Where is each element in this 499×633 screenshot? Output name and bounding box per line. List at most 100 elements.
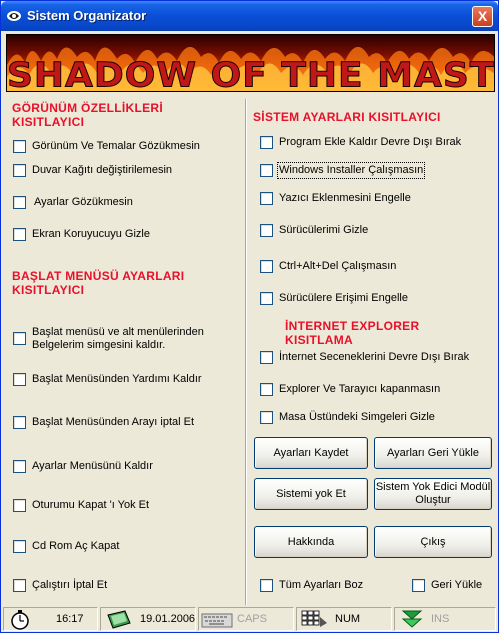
- status-date: 19.01.2006: [140, 613, 196, 625]
- checkbox-label-line2: Belgelerim simgesini kaldır.: [32, 339, 166, 351]
- checkbox-label: Başlat menüsü ve alt menülerinden Belgel…: [32, 326, 204, 352]
- checkbox-label: Ayarlar Gözükmesin: [34, 196, 133, 208]
- status-time: 16:17: [56, 613, 84, 625]
- status-ins: INS: [431, 613, 450, 625]
- checkbox-label-line1: Başlat menüsü ve alt menülerinden: [32, 326, 204, 338]
- checkbox-label: Başlat Menüsünden Yardımı Kaldır: [32, 373, 202, 385]
- hide-themes-checkbox[interactable]: Görünüm Ve Temalar Gözükmesin: [13, 140, 200, 153]
- checkbox-label: Tüm Ayarları Boz: [279, 579, 364, 591]
- create-module-line1: Sistem Yok Edici Modül: [375, 481, 491, 493]
- checkbox-box[interactable]: [260, 383, 273, 396]
- checkbox-box[interactable]: [13, 196, 26, 209]
- checkbox-box[interactable]: [260, 164, 273, 177]
- prevent-explorer-close-checkbox[interactable]: Explorer Ve Tarayıcı kapanmasın: [260, 383, 440, 396]
- checkbox-box[interactable]: [13, 579, 26, 592]
- hide-screensaver-checkbox[interactable]: Ekran Koruyucuyu Gizle: [13, 228, 150, 241]
- remove-settings-menu-checkbox[interactable]: Ayarlar Menüsünü Kaldır: [13, 460, 153, 473]
- checkbox-box[interactable]: [13, 460, 26, 473]
- main-window: Sistem Organizator X SHADOW OF THE MASTE…: [0, 0, 499, 633]
- checkbox-box[interactable]: [13, 332, 26, 345]
- window-title: Sistem Organizator: [27, 8, 147, 23]
- start-menu-title-line2: KISITLAYICI: [12, 283, 85, 297]
- checkbox-box[interactable]: [13, 228, 26, 241]
- checkbox-box[interactable]: [260, 224, 273, 237]
- appearance-title-line2: KISITLAYICI: [12, 115, 85, 129]
- disable-installer-checkbox[interactable]: Windows Installer Çalışmasın: [260, 162, 426, 179]
- remove-search-checkbox[interactable]: Başlat Menüsünden Arayı iptal Et: [13, 416, 194, 429]
- disable-run-checkbox[interactable]: Çalıştırı İptal Et: [13, 579, 107, 592]
- remove-logoff-checkbox[interactable]: Oturumu Kapat 'ı Yok Et: [13, 499, 149, 512]
- checkbox-box[interactable]: [13, 416, 26, 429]
- checkbox-label: Oturumu Kapat 'ı Yok Et: [32, 499, 150, 511]
- checkbox-box[interactable]: [260, 260, 273, 273]
- checkbox-box[interactable]: [260, 192, 273, 205]
- wallpaper-lock-checkbox[interactable]: Duvar Kağıtı değiştirilemesin: [13, 164, 172, 177]
- checkbox-box[interactable]: [260, 351, 273, 364]
- ie-title-line2: KISITLAMA: [285, 333, 354, 347]
- checkbox-label: Duvar Kağıtı değiştirilemesin: [32, 164, 173, 176]
- title-bar[interactable]: Sistem Organizator X: [1, 1, 498, 31]
- checkbox-label: Sürücülerimi Gizle: [279, 224, 369, 236]
- stopwatch-icon: [11, 610, 29, 630]
- checkbox-label: İnternet Seceneklerini Devre Dışı Bırak: [279, 351, 470, 363]
- disable-internet-options-checkbox[interactable]: İnternet Seceneklerini Devre Dışı Bırak: [260, 351, 469, 364]
- checkbox-label: Windows Installer Çalışmasın: [276, 162, 426, 179]
- create-module-line2: Oluştur: [415, 494, 451, 506]
- checkbox-label: Cd Rom Aç Kapat: [32, 540, 120, 552]
- restore-settings-button[interactable]: Ayarları Geri Yükle: [374, 437, 492, 469]
- checkbox-box[interactable]: [13, 164, 26, 177]
- close-button[interactable]: X: [472, 6, 493, 27]
- checkbox-label: Geri Yükle: [431, 579, 483, 591]
- checkbox-box[interactable]: [260, 136, 273, 149]
- reset-all-checkbox[interactable]: Tüm Ayarları Boz: [260, 579, 363, 592]
- checkbox-box[interactable]: [260, 579, 273, 592]
- calendar-icon: [107, 610, 131, 629]
- checkbox-label: Explorer Ve Tarayıcı kapanmasın: [279, 383, 441, 395]
- status-num-panel: NUM: [296, 607, 392, 631]
- status-bar: 16:17 19.01.2006 CAPS NUM INS: [1, 606, 498, 632]
- exit-button[interactable]: Çıkış: [374, 526, 492, 558]
- status-ins-panel: INS: [394, 607, 496, 631]
- checkbox-label: Ctrl+Alt+Del Çalışmasın: [279, 260, 397, 272]
- about-button[interactable]: Hakkında: [254, 526, 368, 558]
- status-caps: CAPS: [237, 613, 267, 625]
- checkbox-label: Program Ekle Kaldır Devre Dışı Bırak: [279, 136, 462, 148]
- app-icon: [7, 11, 21, 21]
- appearance-title-line1: GÖRÜNÜM ÖZELLİKLERİ: [12, 101, 164, 115]
- status-num: NUM: [335, 613, 361, 625]
- disable-ctrl-alt-del-checkbox[interactable]: Ctrl+Alt+Del Çalışmasın: [260, 260, 396, 273]
- hide-desktop-icons-checkbox[interactable]: Masa Üstündeki Simgeleri Gizle: [260, 411, 435, 424]
- block-printer-checkbox[interactable]: Yazıcı Eklenmesini Engelle: [260, 192, 411, 205]
- checkbox-label: Ekran Koruyucuyu Gizle: [32, 228, 150, 240]
- remove-documents-checkbox[interactable]: Başlat menüsü ve alt menülerinden Belgel…: [13, 326, 204, 352]
- status-date-panel: 19.01.2006: [100, 607, 196, 631]
- banner-title: SHADOW OF THE MASTER: [7, 56, 495, 92]
- checkbox-box[interactable]: [260, 411, 273, 424]
- checkbox-box[interactable]: [13, 540, 26, 553]
- appearance-section-title: GÖRÜNÜM ÖZELLİKLERİ KISITLAYICI: [12, 101, 163, 129]
- checkbox-label: Yazıcı Eklenmesini Engelle: [279, 192, 411, 204]
- destroy-system-button[interactable]: Sistemi yok Et: [254, 478, 368, 510]
- insert-arrow-icon: [401, 610, 423, 628]
- disable-add-remove-checkbox[interactable]: Program Ekle Kaldır Devre Dışı Bırak: [260, 136, 461, 149]
- save-settings-button[interactable]: Ayarları Kaydet: [254, 437, 368, 469]
- checkbox-box[interactable]: [13, 373, 26, 386]
- hide-settings-checkbox[interactable]: Ayarlar Gözükmesin: [13, 196, 133, 209]
- block-drive-access-checkbox[interactable]: Sürücülere Erişimi Engelle: [260, 292, 408, 305]
- keyboard-icon: [201, 613, 233, 628]
- restore-checkbox[interactable]: Geri Yükle: [412, 579, 482, 592]
- checkbox-box[interactable]: [13, 499, 26, 512]
- checkbox-box[interactable]: [13, 140, 26, 153]
- start-menu-section-title: BAŞLAT MENÜSÜ AYARLARI KISITLAYICI: [12, 269, 184, 297]
- hide-drives-checkbox[interactable]: Sürücülerimi Gizle: [260, 224, 368, 237]
- checkbox-label: Görünüm Ve Temalar Gözükmesin: [32, 140, 200, 152]
- checkbox-box[interactable]: [412, 579, 425, 592]
- ie-title-line1: İNTERNET EXPLORER: [285, 319, 420, 333]
- remove-help-checkbox[interactable]: Başlat Menüsünden Yardımı Kaldır: [13, 373, 202, 386]
- checkbox-box[interactable]: [260, 292, 273, 305]
- status-caps-panel: CAPS: [198, 607, 294, 631]
- cdrom-toggle-checkbox[interactable]: Cd Rom Aç Kapat: [13, 540, 119, 553]
- column-divider: [245, 99, 247, 605]
- system-section-title: SİSTEM AYARLARI KISITLAYICI: [253, 110, 441, 124]
- create-module-button[interactable]: Sistem Yok Edici Modül Oluştur: [374, 478, 492, 510]
